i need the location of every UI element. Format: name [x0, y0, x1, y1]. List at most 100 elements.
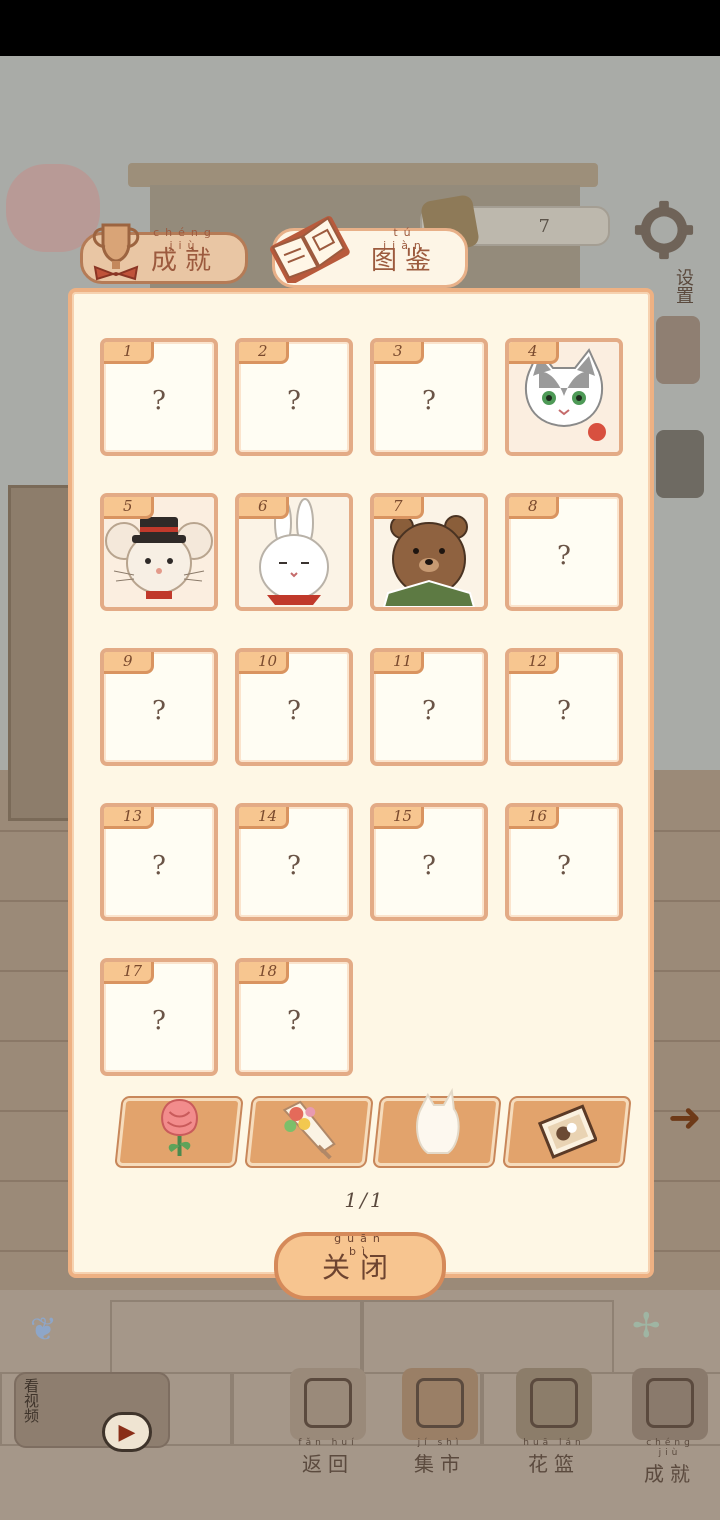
card-number: 8 — [509, 497, 559, 519]
collection-card-locked[interactable]: 2? — [235, 338, 353, 456]
tab-achievements[interactable]: chéng jiù 成就 — [80, 223, 248, 284]
category-tab-flowers[interactable] — [116, 1098, 242, 1166]
card-number: 7 — [374, 497, 424, 519]
market-stall-icon — [416, 1378, 464, 1428]
nav-pinyin: fǎn huí — [298, 1438, 358, 1448]
nav-text: 集市 — [414, 1452, 466, 1476]
nav-button-3[interactable] — [632, 1368, 708, 1440]
trophy-icon — [92, 223, 140, 281]
gear-icon — [634, 200, 694, 260]
card-number: 4 — [509, 342, 559, 364]
play-icon: ▶ — [102, 1412, 152, 1452]
nav-button-2[interactable] — [516, 1368, 592, 1440]
collection-card-locked[interactable]: 17? — [100, 958, 218, 1076]
close-button-pinyin: guān bì — [334, 1232, 386, 1258]
card-unknown-mark: ? — [557, 696, 571, 726]
tab-collection-pinyin: tú jiàn — [383, 225, 427, 252]
watch-video-button[interactable]: 看视频 ▶ — [14, 1372, 170, 1452]
window-icon — [304, 1378, 352, 1428]
card-unknown-mark: ? — [152, 1006, 166, 1036]
nav-text: 返回 — [302, 1452, 354, 1476]
card-unknown-mark: ? — [557, 541, 571, 571]
watch-video-label: 看视频 — [22, 1378, 40, 1423]
collection-card-locked[interactable]: 1? — [100, 338, 218, 456]
card-unknown-mark: ? — [152, 696, 166, 726]
collection-card-locked[interactable]: 10? — [235, 648, 353, 766]
side-icon-notes — [656, 316, 700, 384]
collection-card-cat[interactable]: 4 — [505, 338, 623, 456]
collection-card-locked[interactable]: 13? — [100, 803, 218, 921]
card-number: 12 — [509, 652, 559, 674]
card-number: 9 — [104, 652, 154, 674]
collection-panel: 1? 2? 3? 4 5 6 7 8? 9? 10? 11? 12? 13? 14? 15? 16? 17? 18… — [68, 288, 654, 1278]
cat-silhouette-icon — [416, 1087, 460, 1154]
flower-basket-icon — [530, 1378, 578, 1428]
shelf-top — [128, 163, 598, 187]
category-tab-cats[interactable] — [374, 1087, 500, 1166]
card-unknown-mark: ? — [287, 851, 301, 881]
card-unknown-mark: ? — [422, 386, 436, 416]
trophy-icon — [646, 1378, 694, 1428]
nav-label-3: chéng jiù 成就 — [632, 1438, 708, 1487]
collection-card-locked[interactable]: 11? — [370, 648, 488, 766]
arrow-right-icon: ➜ — [668, 1095, 702, 1141]
collection-card-locked[interactable]: 9? — [100, 648, 218, 766]
settings-button[interactable] — [632, 198, 696, 262]
tab-collection[interactable]: tú jiàn 图鉴 — [270, 216, 468, 288]
nav-button-0[interactable] — [290, 1368, 366, 1440]
category-tab-bouquets[interactable] — [246, 1098, 372, 1166]
card-number: 13 — [104, 807, 154, 829]
collection-card-locked[interactable]: 15? — [370, 803, 488, 921]
collection-card-locked[interactable]: 18? — [235, 958, 353, 1076]
flower-icon — [161, 1098, 198, 1156]
nav-label-2: huā lán 花篮 — [516, 1438, 592, 1477]
collection-card-locked[interactable]: 12? — [505, 648, 623, 766]
card-number: 18 — [239, 962, 289, 984]
nav-text: 花篮 — [528, 1452, 580, 1476]
card-number: 15 — [374, 807, 424, 829]
card-number: 5 — [104, 497, 154, 519]
open-book-icon — [270, 216, 350, 283]
nav-label-1: jí shì 集市 — [402, 1438, 478, 1477]
collection-card-mouse[interactable]: 5 — [100, 493, 218, 611]
card-number: 1 — [104, 342, 154, 364]
collection-card-locked[interactable]: 8? — [505, 493, 623, 611]
status-bar — [0, 0, 720, 56]
card-unknown-mark: ? — [152, 386, 166, 416]
card-number: 2 — [239, 342, 289, 364]
nav-pinyin: jí shì — [417, 1438, 463, 1448]
bouquet-icon — [282, 1100, 336, 1160]
nav-text: 成就 — [644, 1462, 696, 1486]
card-number: 16 — [509, 807, 559, 829]
category-tab-photos[interactable] — [504, 1098, 630, 1166]
nav-pinyin: huā lán — [523, 1438, 585, 1448]
card-unknown-mark: ? — [152, 851, 166, 881]
card-number: 17 — [104, 962, 154, 984]
card-unknown-mark: ? — [287, 1006, 301, 1036]
card-number: 3 — [374, 342, 424, 364]
card-number: 10 — [239, 652, 289, 674]
resource-counter-value: 7 — [538, 215, 550, 237]
nav-button-1[interactable] — [402, 1368, 478, 1440]
card-unknown-mark: ? — [422, 696, 436, 726]
collection-card-locked[interactable]: 16? — [505, 803, 623, 921]
collection-card-rabbit[interactable]: 6 — [235, 493, 353, 611]
side-icon-hammer — [656, 430, 704, 498]
card-unknown-mark: ? — [422, 851, 436, 881]
page-indicator: 1/1 — [344, 1188, 386, 1212]
card-number: 11 — [374, 652, 424, 674]
nav-pinyin: chéng jiù — [646, 1438, 694, 1458]
card-unknown-mark: ? — [557, 851, 571, 881]
nav-label-0: fǎn huí 返回 — [290, 1438, 366, 1477]
collection-card-bear[interactable]: 7 — [370, 493, 488, 611]
card-unknown-mark: ? — [287, 696, 301, 726]
card-number: 14 — [239, 807, 289, 829]
photo-icon — [537, 1104, 597, 1159]
dragonfly-icon: ✢ — [632, 1306, 661, 1346]
close-button[interactable]: guān bì 关闭 — [274, 1232, 446, 1300]
card-unknown-mark: ? — [287, 386, 301, 416]
butterfly-icon: ❦ — [30, 1310, 57, 1348]
left-cabinet — [8, 485, 74, 821]
collection-card-locked[interactable]: 3? — [370, 338, 488, 456]
collection-card-locked[interactable]: 14? — [235, 803, 353, 921]
